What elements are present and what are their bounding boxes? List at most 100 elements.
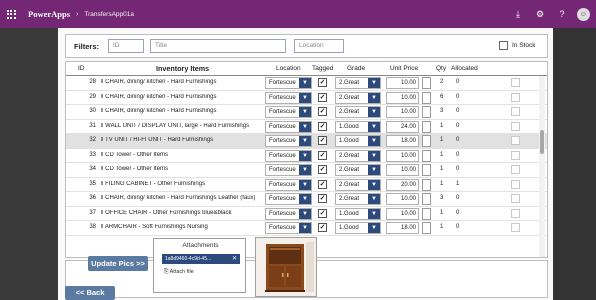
tagged-checkbox[interactable]: ✓	[318, 78, 327, 87]
chevron-down-icon[interactable]: ▼	[299, 92, 311, 103]
allocate-checkbox[interactable]	[511, 150, 520, 160]
chevron-down-icon[interactable]: ▼	[299, 150, 311, 161]
chevron-down-icon[interactable]: ▼	[299, 165, 311, 175]
grade-dropdown[interactable]: 2.Great ▼	[335, 193, 381, 205]
grade-dropdown[interactable]: 2.Great ▼	[335, 106, 381, 118]
id-filter-input[interactable]: ID	[108, 39, 144, 53]
location-dropdown[interactable]: Fortescue ▼	[265, 120, 312, 133]
chevron-down-icon[interactable]: ▼	[368, 107, 380, 117]
table-row[interactable]: 33 ‖ CD Tower - Other Items Fortescue ▼ ✓ 2.G…	[66, 149, 547, 163]
row-item-title[interactable]: ‖ CHAIR, dining/ kitchen - Hard Furnishi…	[101, 79, 281, 85]
gallery-scrollbar[interactable]	[539, 76, 545, 257]
chevron-down-icon[interactable]: ▼	[368, 165, 380, 175]
allocate-checkbox[interactable]	[511, 165, 520, 174]
grade-dropdown[interactable]: 1.Good ▼	[335, 222, 381, 234]
row-item-title[interactable]: ‖ CD Tower - Other Items	[101, 152, 281, 158]
unit-price-input[interactable]: 18.00	[386, 135, 419, 147]
location-filter-input[interactable]: Location	[294, 39, 344, 53]
price-edit-box[interactable]	[422, 178, 431, 191]
row-item-title[interactable]: ‖ CHAIR, dining/ kitchen - Hard Furnishi…	[101, 108, 281, 114]
table-row[interactable]: 31 ‖ WALL UNIT / DISPLAY UNIT, large - Ha…	[66, 120, 547, 134]
unit-price-input[interactable]: 10.00	[386, 193, 419, 205]
tagged-checkbox[interactable]: ✓	[318, 194, 327, 203]
location-dropdown[interactable]: Fortescue ▼	[265, 164, 312, 176]
table-row[interactable]: 37 ‖ OFFICE CHAIR - Other Furnishings blu…	[66, 207, 547, 221]
table-row[interactable]: 29 ‖ CHAIR, dining/ kitchen - Hard Furnis…	[66, 91, 547, 105]
price-edit-box[interactable]	[422, 135, 431, 147]
unit-price-input[interactable]: 18.00	[386, 222, 419, 234]
chevron-down-icon[interactable]: ▼	[299, 78, 311, 88]
unit-price-input[interactable]: 24.00	[386, 120, 419, 133]
update-pics-button[interactable]: Update Pics >>	[88, 256, 148, 271]
location-dropdown[interactable]: Fortescue ▼	[265, 207, 312, 220]
table-row[interactable]: 28 ‖ CHAIR, dining/ kitchen - Hard Furnis…	[66, 76, 547, 91]
attachment-file-item[interactable]: 1a8d9460-4c9d-45... ✕	[162, 254, 240, 264]
location-dropdown[interactable]: Fortescue ▼	[265, 135, 312, 147]
title-filter-input[interactable]: Title	[150, 39, 286, 53]
chevron-down-icon[interactable]: ▼	[299, 208, 311, 219]
allocate-checkbox[interactable]	[511, 78, 520, 87]
row-item-title[interactable]: ‖ CHAIR, dining/ kitchen - Hard Furnishi…	[101, 94, 281, 100]
chevron-down-icon[interactable]: ▼	[299, 121, 311, 132]
table-row[interactable]: 32 ‖ TV UNIT / HI-FI UNIT - Hard Furnishi…	[66, 134, 547, 149]
table-row[interactable]: 36 ‖ CHAIR, dining/ kitchen - Hard Furnis…	[66, 192, 547, 207]
price-edit-box[interactable]	[422, 193, 431, 205]
grade-dropdown[interactable]: 2.Great ▼	[335, 149, 381, 162]
grade-dropdown[interactable]: 1.Good ▼	[335, 135, 381, 147]
tagged-checkbox[interactable]: ✓	[318, 121, 327, 131]
table-row[interactable]: 30 ‖ CHAIR, dining/ kitchen - Hard Furnis…	[66, 105, 547, 120]
row-item-title[interactable]: ‖ ARMCHAIR - Soft Furnishings Nursing	[101, 224, 281, 230]
chevron-down-icon[interactable]: ▼	[299, 107, 311, 117]
allocate-checkbox[interactable]	[511, 179, 520, 189]
chevron-down-icon[interactable]: ▼	[368, 92, 380, 103]
chevron-down-icon[interactable]: ▼	[368, 136, 380, 146]
chevron-down-icon[interactable]: ▼	[299, 179, 311, 190]
allocate-checkbox[interactable]	[511, 121, 520, 131]
tagged-checkbox[interactable]: ✓	[318, 150, 327, 160]
scrollbar-thumb[interactable]	[540, 130, 544, 154]
price-edit-box[interactable]	[422, 207, 431, 220]
price-edit-box[interactable]	[422, 77, 431, 89]
help-icon[interactable]: ?	[551, 9, 573, 19]
avatar[interactable]: ☺	[577, 7, 590, 21]
allocate-checkbox[interactable]	[511, 136, 520, 145]
price-edit-box[interactable]	[422, 120, 431, 133]
table-row[interactable]: 38 ‖ ARMCHAIR - Soft Furnishings Nursing F…	[66, 221, 547, 236]
price-edit-box[interactable]	[422, 91, 431, 104]
grade-dropdown[interactable]: 2.Great ▼	[335, 91, 381, 104]
allocate-checkbox[interactable]	[511, 107, 520, 116]
download-icon[interactable]: ⤓	[507, 9, 529, 20]
grade-dropdown[interactable]: 2.Great ▼	[335, 164, 381, 176]
unit-price-input[interactable]: 10.00	[386, 149, 419, 162]
unit-price-input[interactable]: 20.00	[386, 178, 419, 191]
tagged-checkbox[interactable]: ✓	[318, 208, 327, 218]
price-edit-box[interactable]	[422, 164, 431, 176]
chevron-down-icon[interactable]: ▼	[368, 223, 380, 233]
attach-file-link[interactable]: ⎘ Attach file	[164, 269, 194, 276]
grade-dropdown[interactable]: 1.Good ▼	[335, 207, 381, 220]
tagged-checkbox[interactable]: ✓	[318, 179, 327, 189]
location-dropdown[interactable]: Fortescue ▼	[265, 178, 312, 191]
grade-dropdown[interactable]: 2.Great ▼	[335, 178, 381, 191]
chevron-down-icon[interactable]: ▼	[368, 121, 380, 132]
tagged-checkbox[interactable]: ✓	[318, 92, 327, 102]
row-item-title[interactable]: ‖ FILING CABINET - Other Furnishings	[101, 181, 281, 187]
location-dropdown[interactable]: Fortescue ▼	[265, 77, 312, 89]
tagged-checkbox[interactable]: ✓	[318, 165, 327, 174]
unit-price-input[interactable]: 10.00	[386, 91, 419, 104]
grade-dropdown[interactable]: 2.Great ▼	[335, 77, 381, 89]
unit-price-input[interactable]: 10.00	[386, 207, 419, 220]
location-dropdown[interactable]: Fortescue ▼	[265, 222, 312, 234]
chevron-down-icon[interactable]: ▼	[368, 208, 380, 219]
grade-dropdown[interactable]: 1.Good ▼	[335, 120, 381, 133]
back-button[interactable]: << Back	[65, 286, 115, 300]
chevron-down-icon[interactable]: ▼	[368, 150, 380, 161]
allocate-checkbox[interactable]	[511, 208, 520, 218]
tagged-checkbox[interactable]: ✓	[318, 223, 327, 232]
location-dropdown[interactable]: Fortescue ▼	[265, 149, 312, 162]
chevron-down-icon[interactable]: ▼	[368, 194, 380, 204]
tagged-checkbox[interactable]: ✓	[318, 107, 327, 116]
brand-name[interactable]: PowerApps	[28, 9, 70, 19]
allocate-checkbox[interactable]	[511, 92, 520, 102]
gear-icon[interactable]: ⚙	[529, 9, 551, 20]
